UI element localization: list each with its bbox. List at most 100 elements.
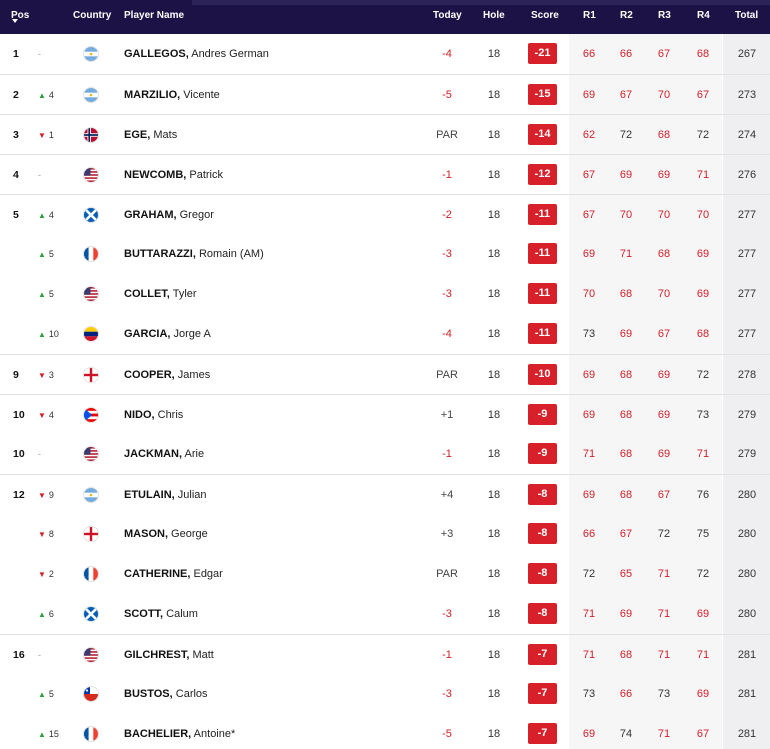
col-country-header[interactable]: Country <box>73 10 111 22</box>
round-r1-cell: 67 <box>582 169 596 181</box>
col-r4-header[interactable]: R4 <box>697 10 710 22</box>
player-last-name: COOPER, <box>124 369 175 381</box>
total-cell: 280 <box>737 528 757 540</box>
total-cell: 279 <box>737 409 757 421</box>
score-badge: -8 <box>528 603 557 624</box>
table-row[interactable]: ▲ 10 GARCIA, Jorge A -4 18 -11 73 69 67 68 277 <box>0 314 770 354</box>
col-r1-header[interactable]: R1 <box>583 10 596 22</box>
table-row[interactable]: ▼ 8 MASON, George +3 18 -8 66 67 72 75 280 <box>0 514 770 554</box>
col-player-header[interactable]: Player Name <box>124 10 184 22</box>
round-r4-cell: 67 <box>696 89 710 101</box>
round-r4-cell: 68 <box>696 48 710 60</box>
table-row[interactable]: ▲ 5 BUTTARAZZI, Romain (AM) -3 18 -11 69 71 68 69… <box>0 234 770 274</box>
player-name[interactable]: NIDO, Chris <box>124 395 183 435</box>
player-name[interactable]: GARCIA, Jorge A <box>124 314 211 354</box>
round-r4-cell: 76 <box>696 489 710 501</box>
movement-value: 6 <box>48 609 54 619</box>
arrow-up-icon: ▲ <box>38 211 46 220</box>
movement-value: 1 <box>48 130 54 140</box>
round-r3-cell: 68 <box>657 129 671 141</box>
round-r1-cell: 71 <box>582 608 596 620</box>
round-r2-cell: 69 <box>619 328 633 340</box>
movement-cell: ▲ 15 <box>38 714 59 749</box>
table-row[interactable]: 9 ▼ 3 COOPER, James PAR 18 -10 69 68 69 72 278 <box>0 354 770 394</box>
player-name[interactable]: BACHELIER, Antoine* <box>124 714 235 749</box>
player-first-name: Tyler <box>169 288 197 300</box>
table-row[interactable]: 3 ▼ 1 EGE, Mats PAR 18 -14 62 72 68 72 274 <box>0 114 770 154</box>
hole-cell: 18 <box>487 728 501 740</box>
round-r1-cell: 69 <box>582 728 596 740</box>
round-r2-cell: 66 <box>619 48 633 60</box>
col-r3-header[interactable]: R3 <box>658 10 671 22</box>
round-r3-cell: 69 <box>657 448 671 460</box>
player-name[interactable]: EGE, Mats <box>124 115 177 155</box>
round-r1-cell: 62 <box>582 129 596 141</box>
position-cell: 1 <box>13 48 19 60</box>
movement-value: 2 <box>48 569 54 579</box>
table-row[interactable]: ▲ 5 COLLET, Tyler -3 18 -11 70 68 70 69 277 <box>0 274 770 314</box>
round-r4-cell: 73 <box>696 409 710 421</box>
round-r1-cell: 72 <box>582 568 596 580</box>
col-r2-header[interactable]: R2 <box>620 10 633 22</box>
arrow-up-icon: ▲ <box>38 91 46 100</box>
col-today-header[interactable]: Today <box>433 10 462 22</box>
player-name[interactable]: MASON, George <box>124 514 208 554</box>
round-r3-cell: 70 <box>657 288 671 300</box>
movement-value: 5 <box>48 249 54 259</box>
round-r3-cell: 69 <box>657 409 671 421</box>
round-r3-cell: 67 <box>657 48 671 60</box>
today-cell: -5 <box>442 728 452 740</box>
player-name[interactable]: SCOTT, Calum <box>124 594 198 634</box>
table-row[interactable]: 1 - GALLEGOS, Andres German -4 18 -21 66 66 67 68… <box>0 34 770 74</box>
today-cell: -1 <box>442 649 452 661</box>
sort-desc-icon[interactable] <box>12 19 18 23</box>
player-name[interactable]: NEWCOMB, Patrick <box>124 155 223 195</box>
no-change-indicator: - <box>38 449 41 459</box>
player-last-name: NIDO, <box>124 409 155 421</box>
leaderboard-header: Pos Country Player Name Today Hole Score… <box>0 0 770 34</box>
score-badge: -15 <box>528 84 557 105</box>
player-name[interactable]: GRAHAM, Gregor <box>124 195 214 235</box>
col-hole-header[interactable]: Hole <box>483 10 505 22</box>
table-row[interactable]: 5 ▲ 4 GRAHAM, Gregor -2 18 -11 67 70 70 70 277 <box>0 194 770 234</box>
position-cell: 5 <box>13 209 19 221</box>
round-r2-cell: 71 <box>619 248 633 260</box>
today-cell: PAR <box>436 369 458 381</box>
table-row[interactable]: 4 - NEWCOMB, Patrick -1 18 -12 67 69 69 71 276 <box>0 154 770 194</box>
player-name[interactable]: JACKMAN, Arie <box>124 434 204 474</box>
table-row[interactable]: ▲ 6 SCOTT, Calum -3 18 -8 71 69 71 69 280 <box>0 594 770 634</box>
col-score-header[interactable]: Score <box>531 10 559 22</box>
movement-cell: ▼ 2 <box>38 554 54 594</box>
player-name[interactable]: GALLEGOS, Andres German <box>124 34 269 74</box>
table-row[interactable]: 2 ▲ 4 MARZILIO, Vicente -5 18 -15 69 67 70 67 273 <box>0 74 770 114</box>
table-row[interactable]: 10 - JACKMAN, Arie -1 18 -9 71 68 69 71 279 <box>0 434 770 474</box>
player-name[interactable]: GILCHREST, Matt <box>124 635 214 675</box>
total-cell: 267 <box>737 48 757 60</box>
col-total-header[interactable]: Total <box>735 10 758 22</box>
table-row[interactable]: 10 ▼ 4 NIDO, Chris +1 18 -9 69 68 69 73 279 <box>0 394 770 434</box>
argentina-flag-icon <box>84 88 98 102</box>
position-cell: 3 <box>13 129 19 141</box>
player-name[interactable]: COLLET, Tyler <box>124 274 197 314</box>
table-row[interactable]: ▲ 15 BACHELIER, Antoine* -5 18 -7 69 74 71 67 281 <box>0 714 770 749</box>
usa-flag-icon <box>84 168 98 182</box>
table-row[interactable]: 12 ▼ 9 ETULAIN, Julian +4 18 -8 69 68 67 76 280 <box>0 474 770 514</box>
player-name[interactable]: ETULAIN, Julian <box>124 475 207 515</box>
round-r1-cell: 73 <box>582 328 596 340</box>
round-r2-cell: 67 <box>619 89 633 101</box>
player-name[interactable]: BUSTOS, Carlos <box>124 674 208 714</box>
score-badge: -8 <box>528 523 557 544</box>
player-last-name: NEWCOMB, <box>124 169 187 181</box>
table-row[interactable]: ▼ 2 CATHERINE, Edgar PAR 18 -8 72 65 71 72 280 <box>0 554 770 594</box>
position-cell: 9 <box>13 369 19 381</box>
player-name[interactable]: MARZILIO, Vicente <box>124 75 220 115</box>
table-row[interactable]: ▲ 5 BUSTOS, Carlos -3 18 -7 73 66 73 69 281 <box>0 674 770 714</box>
table-row[interactable]: 16 - GILCHREST, Matt -1 18 -7 71 68 71 71 281 <box>0 634 770 674</box>
movement-cell: ▼ 3 <box>38 355 54 395</box>
player-name[interactable]: CATHERINE, Edgar <box>124 554 223 594</box>
player-name[interactable]: BUTTARAZZI, Romain (AM) <box>124 234 264 274</box>
arrow-down-icon: ▼ <box>38 411 46 420</box>
player-name[interactable]: COOPER, James <box>124 355 210 395</box>
round-r2-cell: 66 <box>619 688 633 700</box>
total-cell: 273 <box>737 89 757 101</box>
